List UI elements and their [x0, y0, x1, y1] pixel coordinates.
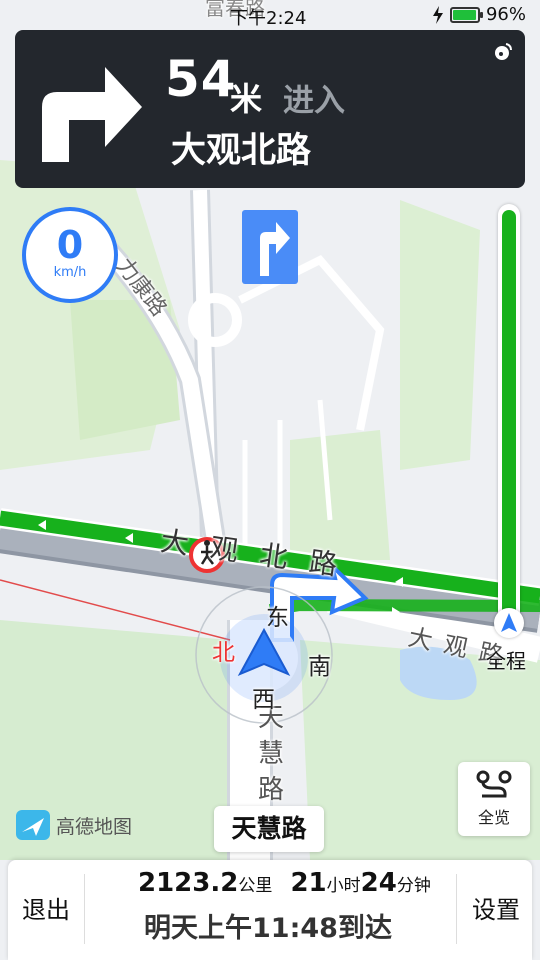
turn-action: 进入 — [283, 83, 345, 119]
compass-south: 南 — [308, 654, 331, 680]
navigation-instruction-card: 54 米 进入 大观北路 — [15, 30, 525, 188]
speed-unit: km/h — [53, 265, 87, 280]
remaining-distance: 2123.2 — [138, 868, 239, 898]
battery-percent: 96% — [485, 4, 526, 25]
remaining-hours: 21 — [290, 868, 327, 898]
voice-broadcast-icon[interactable] — [493, 42, 513, 62]
remaining-hours-unit: 小时 — [326, 876, 361, 896]
remaining-minutes: 24 — [360, 868, 397, 898]
status-bar: 下午2:24 96% — [0, 0, 540, 30]
turn-right-icon — [42, 67, 142, 162]
map-label-vertical-road: 天慧路 — [258, 703, 285, 805]
settings-button[interactable]: 设置 — [472, 890, 520, 925]
route-progress-fill — [502, 210, 516, 616]
route-progress-bar — [494, 204, 524, 638]
amap-logo-icon — [16, 810, 50, 840]
amap-logo: 高德地图 — [16, 810, 132, 840]
charging-icon — [432, 5, 443, 24]
trip-summary-bar: 退出 2123.2公里 21小时24分钟 明天上午11:48到达 设置 — [8, 860, 532, 960]
route-progress-knob — [494, 608, 524, 638]
amap-logo-text: 高德地图 — [56, 815, 133, 838]
overview-label: 全览 — [477, 808, 510, 827]
route-progress-label: 全程 — [486, 649, 526, 673]
speedometer: 0 km/h — [22, 207, 118, 303]
location-arrow-icon — [501, 613, 517, 632]
status-time: 下午2:24 — [230, 8, 307, 29]
trip-remaining: 2123.2公里 21小时24分钟 — [138, 868, 431, 898]
compass-west: 西 — [252, 687, 275, 713]
compass-east: 东 — [266, 605, 289, 631]
lane-guidance-sign — [242, 210, 298, 284]
speed-value: 0 — [56, 223, 84, 267]
divider-left — [84, 874, 85, 944]
battery-icon — [449, 6, 483, 23]
lane-turn-right-icon — [260, 222, 290, 276]
turn-distance-unit: 米 — [230, 80, 263, 118]
estimated-arrival: 明天上午11:48到达 — [144, 913, 392, 944]
exit-button[interactable]: 退出 — [22, 890, 70, 925]
remaining-distance-unit: 公里 — [238, 876, 273, 896]
current-street-label: 天慧路 — [214, 806, 324, 852]
turn-distance: 54 — [165, 50, 237, 108]
route-overview-icon — [476, 770, 512, 798]
compass-north: 北 — [212, 640, 235, 666]
status-right: 96% — [432, 4, 526, 25]
remaining-minutes-unit: 分钟 — [396, 876, 431, 896]
divider-right — [456, 874, 457, 944]
next-road-name: 大观北路 — [171, 131, 312, 171]
overview-button[interactable]: 全览 — [458, 762, 530, 836]
